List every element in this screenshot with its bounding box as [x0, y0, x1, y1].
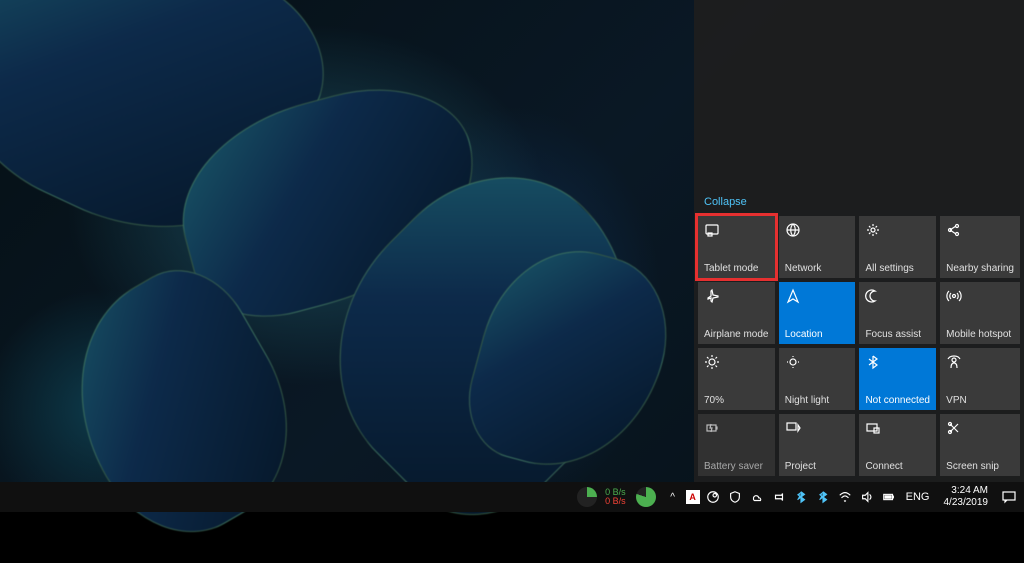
tray-app-icon[interactable]: A: [686, 490, 700, 504]
quick-action-location[interactable]: Location: [779, 282, 856, 344]
tile-label: Connect: [865, 461, 930, 472]
quick-action-mobile-hotspot[interactable]: Mobile hotspot: [940, 282, 1020, 344]
connect-icon: [865, 420, 881, 436]
steam-icon[interactable]: [704, 488, 722, 506]
gear-icon: [865, 222, 881, 238]
clock[interactable]: 3:24 AM 4/23/2019: [938, 485, 995, 509]
tile-label: Battery saver: [704, 461, 769, 472]
quick-action-brightness[interactable]: 70%: [698, 348, 775, 410]
location-icon: [785, 288, 801, 304]
taskbar: 0 B/s 0 B/s ^ A ENG 3:24 AM 4/23/2019: [0, 482, 1024, 512]
tablet-icon: [704, 222, 720, 238]
quick-action-grid: Tablet mode Network All settings Nearby sha…: [694, 216, 1024, 482]
quick-action-night-light[interactable]: Night light: [779, 348, 856, 410]
bluetooth-tray-icon-2[interactable]: [814, 488, 832, 506]
quick-action-connect[interactable]: Connect: [859, 414, 936, 476]
tile-label: Screen snip: [946, 461, 1014, 472]
bluetooth-tray-icon[interactable]: [792, 488, 810, 506]
quick-action-vpn[interactable]: VPN: [940, 348, 1020, 410]
share-icon: [946, 222, 962, 238]
quick-action-battery-saver[interactable]: Battery saver: [698, 414, 775, 476]
tile-label: Night light: [785, 395, 850, 406]
quick-action-bluetooth[interactable]: Not connected: [859, 348, 936, 410]
globe-icon: [785, 222, 801, 238]
tile-label: Airplane mode: [704, 329, 769, 340]
airplane-icon: [704, 288, 720, 304]
wifi-icon[interactable]: [836, 488, 854, 506]
vpn-icon: [946, 354, 962, 370]
language-indicator[interactable]: ENG: [902, 491, 934, 503]
bluetooth-icon: [865, 354, 881, 370]
quick-action-tablet-mode[interactable]: Tablet mode: [698, 216, 775, 278]
tile-label: Focus assist: [865, 329, 930, 340]
tile-label: All settings: [865, 263, 930, 274]
tile-label: 70%: [704, 395, 769, 406]
tile-label: VPN: [946, 395, 1014, 406]
clock-time: 3:24 AM: [951, 485, 988, 497]
quick-action-screen-snip[interactable]: Screen snip: [940, 414, 1020, 476]
tile-label: Tablet mode: [704, 263, 769, 274]
tile-label: Mobile hotspot: [946, 329, 1014, 340]
tile-label: Location: [785, 329, 850, 340]
collapse-link[interactable]: Collapse: [694, 190, 757, 216]
power-icon[interactable]: [770, 488, 788, 506]
quick-action-focus-assist[interactable]: Focus assist: [859, 282, 936, 344]
snip-icon: [946, 420, 962, 436]
quick-action-all-settings[interactable]: All settings: [859, 216, 936, 278]
hotspot-icon: [946, 288, 962, 304]
quick-action-network[interactable]: Network: [779, 216, 856, 278]
quick-action-airplane-mode[interactable]: Airplane mode: [698, 282, 775, 344]
sun-icon: [704, 354, 720, 370]
tile-label: Nearby sharing: [946, 263, 1014, 274]
clock-date: 4/23/2019: [944, 497, 989, 509]
tile-label: Project: [785, 461, 850, 472]
nightlight-icon: [785, 354, 801, 370]
tray-overflow-chevron-icon[interactable]: ^: [664, 488, 682, 506]
battery-icon[interactable]: [880, 488, 898, 506]
security-icon[interactable]: [726, 488, 744, 506]
quick-action-project[interactable]: Project: [779, 414, 856, 476]
batterysaver-icon: [704, 420, 720, 436]
net-download: 0 B/s: [605, 497, 626, 506]
onedrive-icon[interactable]: [748, 488, 766, 506]
tile-label: Network: [785, 263, 850, 274]
volume-icon[interactable]: [858, 488, 876, 506]
action-center-button[interactable]: [998, 486, 1020, 508]
network-meter[interactable]: 0 B/s 0 B/s: [605, 488, 626, 506]
tile-label: Not connected: [865, 395, 930, 406]
action-center-panel: Collapse Tablet mode Network All settings N…: [694, 0, 1024, 482]
meter-widget-1[interactable]: [577, 487, 597, 507]
meter-widget-2[interactable]: [636, 487, 656, 507]
project-icon: [785, 420, 801, 436]
moon-icon: [865, 288, 881, 304]
quick-action-nearby-sharing[interactable]: Nearby sharing: [940, 216, 1020, 278]
